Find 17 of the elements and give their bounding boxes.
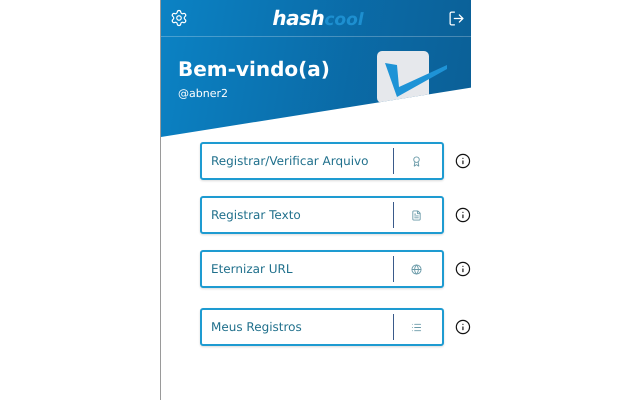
welcome-title: Bem-vindo(a) — [178, 57, 330, 81]
action-button[interactable]: Registrar Texto — [200, 196, 444, 234]
avatar — [377, 51, 447, 105]
globe-icon — [411, 264, 422, 274]
logout-icon[interactable] — [448, 10, 465, 26]
action-button[interactable]: Registrar/Verificar Arquivo — [200, 142, 444, 180]
list-icon — [411, 322, 422, 332]
info-icon[interactable] — [455, 207, 471, 223]
action-button[interactable]: Eternizar URL — [200, 250, 444, 288]
info-icon[interactable] — [455, 319, 471, 335]
settings-icon[interactable] — [170, 9, 188, 27]
username: @abner2 — [178, 87, 229, 100]
action-button[interactable]: Meus Registros — [200, 308, 444, 346]
info-icon[interactable] — [455, 261, 471, 277]
info-icon[interactable] — [455, 153, 471, 169]
award-icon — [411, 156, 422, 166]
document-icon — [411, 210, 422, 220]
